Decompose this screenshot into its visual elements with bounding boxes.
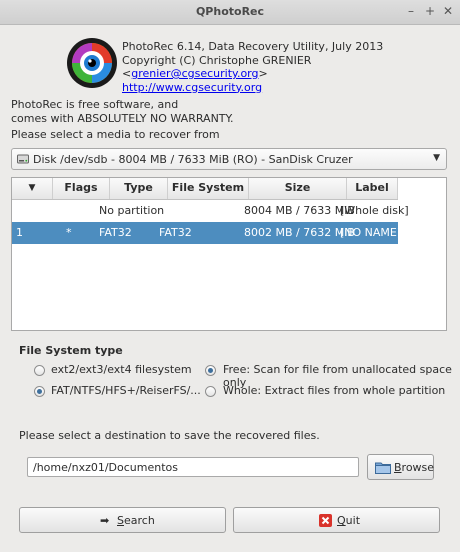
copyright-suffix: > (258, 67, 268, 80)
fs-type-title: File System type (19, 344, 123, 357)
photorec-logo-icon (67, 38, 117, 88)
quit-button[interactable]: Quit (233, 507, 440, 533)
row-size: 8004 MB / 7633 MiB (244, 204, 355, 217)
quit-label: Quit (337, 514, 361, 527)
email-link[interactable]: grenier@cgsecurity.org (131, 67, 258, 80)
table-row[interactable]: No partition 8004 MB / 7633 MiB [Whole d… (12, 200, 409, 222)
row-type: FAT32 (99, 226, 132, 239)
radio-whole-label[interactable]: Whole: Extract files from whole partitio… (223, 384, 445, 397)
license-line-2: comes with ABSOLUTELY NO WARRANTY. (11, 111, 234, 125)
browse-button[interactable]: Browse (367, 454, 434, 480)
copyright-text: Copyright (C) Christophe GRENIER <grenie… (122, 54, 460, 81)
version-text: PhotoRec 6.14, Data Recovery Utility, Ju… (122, 40, 384, 53)
media-select[interactable]: Disk /dev/sdb - 8004 MB / 7633 MiB (RO) … (11, 148, 447, 170)
partition-table[interactable]: ▼ Flags Type File System Size Label No p… (11, 177, 447, 331)
folder-icon (375, 462, 391, 474)
maximize-icon[interactable]: + (423, 4, 437, 18)
radio-whole[interactable] (205, 386, 216, 397)
row-label: [NO NAME] (340, 226, 402, 239)
license-text: PhotoRec is free software, and comes wit… (11, 98, 234, 125)
table-header: ▼ Flags Type File System Size Label (12, 178, 398, 200)
table-row-selected[interactable]: 1 * FAT32 FAT32 8002 MB / 7632 MiB [NO N… (12, 222, 402, 244)
column-flags[interactable]: Flags (53, 178, 110, 199)
quit-icon (319, 514, 332, 527)
radio-ext[interactable] (34, 365, 45, 376)
search-label: Search (117, 514, 155, 527)
column-file-system[interactable]: File System (168, 178, 249, 199)
radio-ext-label[interactable]: ext2/ext3/ext4 filesystem (51, 363, 192, 376)
media-prompt: Please select a media to recover from (11, 128, 220, 141)
website-link[interactable]: http://www.cgsecurity.org (122, 81, 460, 95)
sort-indicator-icon[interactable]: ▼ (12, 178, 53, 199)
arrow-right-icon: ➡ (100, 514, 110, 527)
column-label[interactable]: Label (347, 178, 398, 199)
row-size: 8002 MB / 7632 MiB (244, 226, 355, 239)
search-button[interactable]: ➡ Search (19, 507, 226, 533)
chevron-down-icon: ▼ (433, 153, 440, 163)
destination-path-input[interactable]: /home/nxz01/Documentos (27, 457, 359, 477)
destination-prompt: Please select a destination to save the … (19, 429, 320, 442)
close-icon[interactable]: ✕ (441, 4, 455, 18)
radio-fat-label[interactable]: FAT/NTFS/HFS+/ReiserFS/... (51, 384, 201, 397)
row-fs: FAT32 (159, 226, 192, 239)
minimize-icon[interactable]: – (404, 4, 418, 18)
row-label: [Whole disk] (340, 204, 409, 217)
browse-label: Browse (394, 461, 435, 474)
app-info: PhotoRec 6.14, Data Recovery Utility, Ju… (122, 40, 460, 94)
row-number: 1 (16, 226, 23, 239)
destination-path-value: /home/nxz01/Documentos (33, 461, 179, 474)
row-flags: * (66, 226, 72, 239)
column-type[interactable]: Type (110, 178, 168, 199)
title-bar: QPhotoRec – + ✕ (0, 0, 460, 25)
radio-free[interactable] (205, 365, 216, 376)
media-select-value: Disk /dev/sdb - 8004 MB / 7633 MiB (RO) … (33, 153, 353, 166)
column-size[interactable]: Size (249, 178, 347, 199)
license-line-1: PhotoRec is free software, and (11, 98, 179, 111)
row-type: No partition (99, 204, 165, 217)
window-title: QPhotoRec (195, 5, 265, 18)
radio-fat[interactable] (34, 386, 45, 397)
disk-icon (17, 154, 29, 164)
